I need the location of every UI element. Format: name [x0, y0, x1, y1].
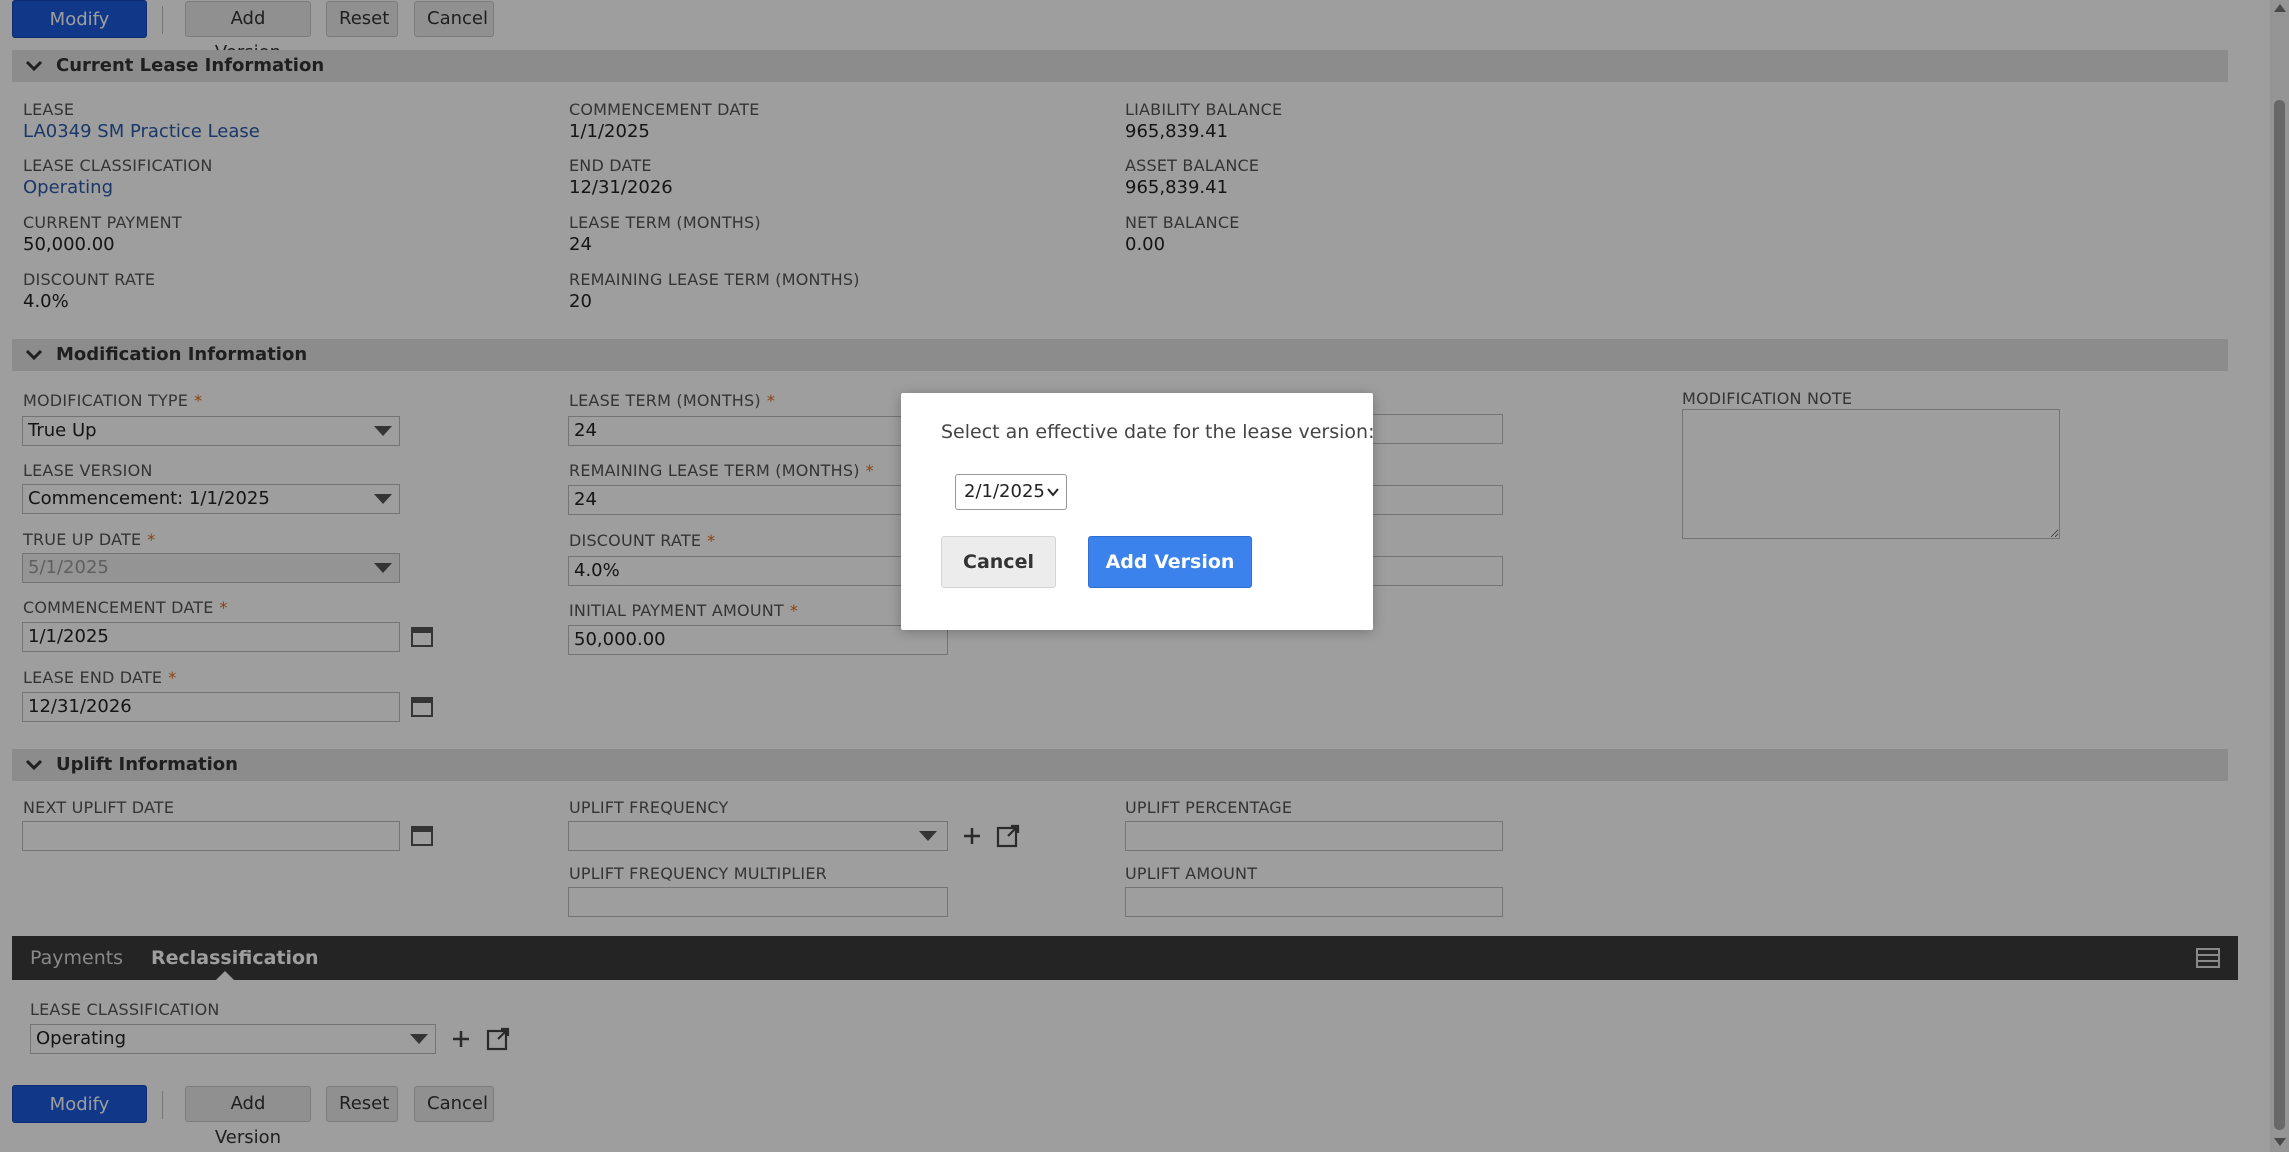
effective-date-select[interactable]: 2/1/2025: [955, 474, 1067, 510]
dialog-cancel-button[interactable]: Cancel: [941, 536, 1056, 588]
dialog-add-version-button[interactable]: Add Version: [1088, 536, 1252, 588]
chevron-down-icon: [1047, 488, 1059, 497]
effective-date-dialog: Select an effective date for the lease v…: [901, 393, 1375, 630]
selected-date: 2/1/2025: [964, 481, 1045, 502]
dialog-prompt: Select an effective date for the lease v…: [941, 421, 1375, 443]
